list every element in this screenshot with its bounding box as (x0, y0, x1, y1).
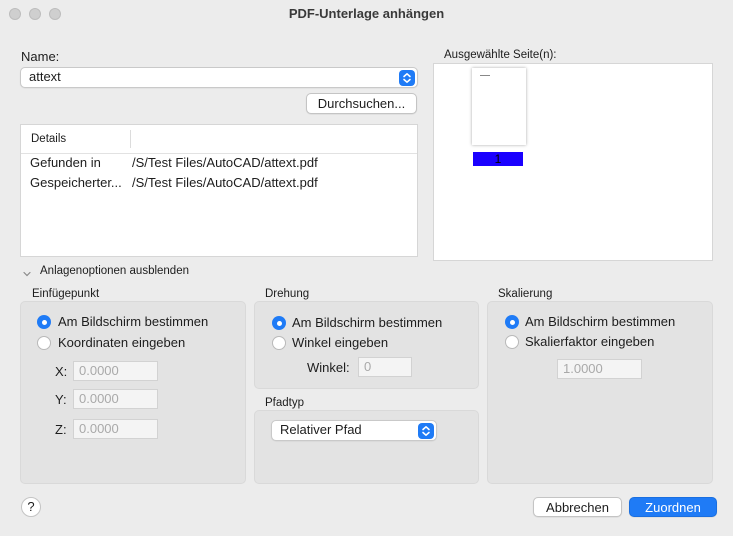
y-field[interactable]: 0.0000 (73, 389, 158, 409)
popup-chevrons-icon (418, 423, 434, 439)
scale-screen-label[interactable]: Am Bildschirm bestimmen (525, 314, 675, 329)
popup-chevrons-icon (399, 70, 415, 86)
path-type-title: Pfadtyp (265, 397, 304, 409)
angle-field[interactable]: 0 (358, 357, 412, 377)
scale-factor-label[interactable]: Skalierfaktor eingeben (525, 334, 654, 349)
rotation-angle-label[interactable]: Winkel eingeben (292, 335, 388, 350)
scale-factor-radio[interactable] (505, 335, 519, 349)
details-row-value: /S/Test Files/AutoCAD/attext.pdf (132, 175, 318, 190)
scale-screen-radio[interactable] (505, 315, 519, 329)
details-row-value: /S/Test Files/AutoCAD/attext.pdf (132, 155, 318, 170)
rotation-title: Drehung (265, 288, 310, 300)
page-content-mark (480, 75, 490, 76)
insertion-screen-label[interactable]: Am Bildschirm bestimmen (58, 314, 208, 329)
scale-title: Skalierung (498, 288, 553, 300)
rotation-screen-radio[interactable] (272, 316, 286, 330)
name-label: Name: (21, 49, 60, 64)
name-popup-value: attext (29, 69, 61, 84)
rotation-screen-label[interactable]: Am Bildschirm bestimmen (292, 315, 442, 330)
window-title: PDF-Unterlage anhängen (288, 6, 445, 21)
z-label: Z: (55, 422, 67, 437)
insertion-coords-label[interactable]: Koordinaten eingeben (58, 335, 185, 350)
details-row-key: Gespeicherter... (30, 175, 122, 190)
chevron-down-icon[interactable] (22, 267, 32, 282)
column-divider (130, 130, 131, 148)
y-label: Y: (55, 392, 67, 407)
help-button[interactable]: ? (21, 497, 41, 517)
browse-button[interactable]: Durchsuchen... (306, 93, 417, 114)
details-header-row (21, 125, 417, 154)
insertion-title: Einfügepunkt (32, 288, 100, 300)
angle-label: Winkel: (307, 360, 350, 375)
details-header: Details (31, 133, 67, 145)
rotation-angle-radio[interactable] (272, 336, 286, 350)
path-type-popup[interactable]: Relativer Pfad (271, 420, 437, 441)
selected-pages-label: Ausgewählte Seite(n): (444, 49, 557, 61)
insertion-screen-radio[interactable] (37, 315, 51, 329)
x-field[interactable]: 0.0000 (73, 361, 158, 381)
page-number-label: 1 (473, 152, 523, 166)
insertion-coords-radio[interactable] (37, 336, 51, 350)
z-field[interactable]: 0.0000 (73, 419, 158, 439)
options-toggle-label[interactable]: Anlagenoptionen ausblenden (40, 265, 189, 277)
cancel-button[interactable]: Abbrechen (533, 497, 622, 517)
name-popup[interactable]: attext (20, 67, 418, 88)
path-type-value: Relativer Pfad (280, 422, 362, 437)
x-label: X: (55, 364, 68, 379)
scale-factor-field[interactable]: 1.0000 (557, 359, 642, 379)
ok-button[interactable]: Zuordnen (629, 497, 717, 517)
page-thumbnail[interactable] (472, 68, 526, 145)
details-table: Details Gefunden in /S/Test Files/AutoCA… (20, 124, 418, 257)
details-row-key: Gefunden in (30, 155, 101, 170)
